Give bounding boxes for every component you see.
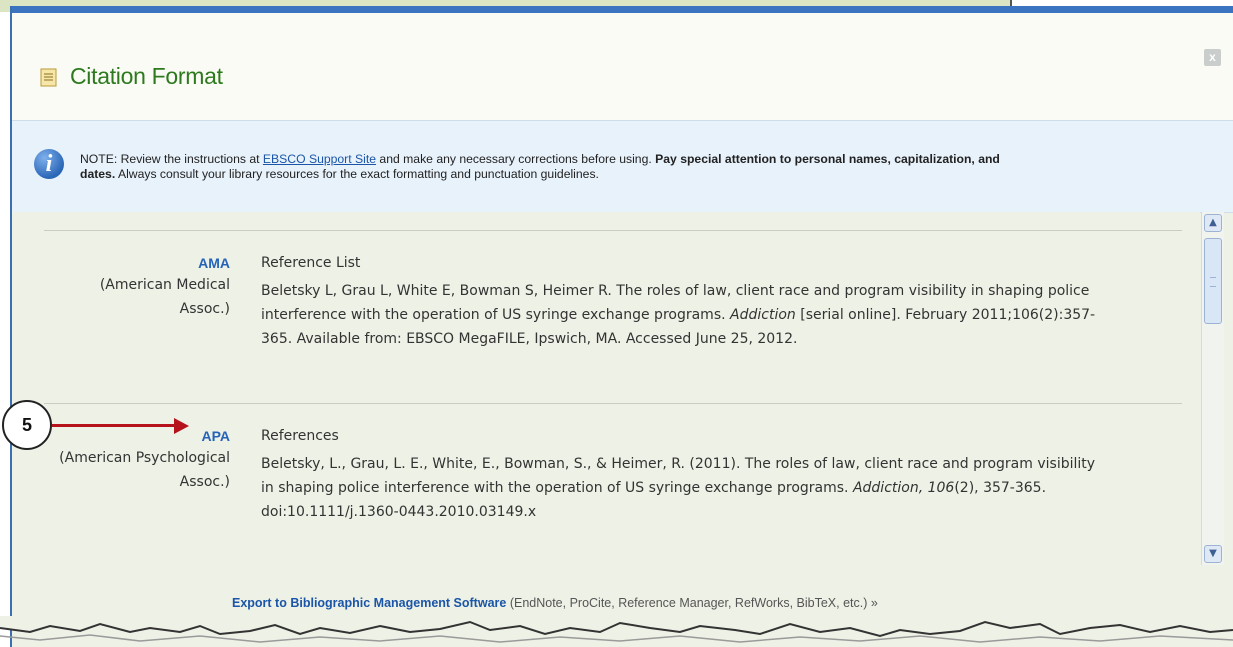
citation-body-ama: Beletsky L, Grau L, White E, Bowman S, H… xyxy=(261,279,1181,351)
citation-body-apa: Beletsky, L., Grau, L. E., White, E., Bo… xyxy=(261,452,1181,524)
close-icon[interactable]: x xyxy=(1204,49,1221,66)
note-bold-1: Pay special attention to personal names,… xyxy=(655,152,1000,166)
dialog-topbar xyxy=(12,6,1233,13)
format-desc-ama-2: Assoc.) xyxy=(179,301,230,317)
scroll-down-icon[interactable]: ▼ xyxy=(1204,545,1222,563)
note-prefix: NOTE: Review the instructions at xyxy=(80,152,263,166)
callout-arrow-head-icon xyxy=(174,418,189,434)
grip-icon xyxy=(1210,277,1216,287)
export-row: Export to Bibliographic Management Softw… xyxy=(232,596,878,610)
document-icon xyxy=(40,68,57,87)
citation-line: Beletsky L, Grau L, White E, Bowman S, H… xyxy=(261,283,1090,299)
note-middle: and make any necessary corrections befor… xyxy=(376,152,656,166)
dialog-header: Citation Format x xyxy=(12,13,1233,120)
note-text: NOTE: Review the instructions at EBSCO S… xyxy=(80,152,1233,182)
format-name-apa[interactable]: APA xyxy=(201,424,230,448)
citation-format-dialog: Citation Format x i NOTE: Review the ins… xyxy=(10,6,1233,647)
dialog-title: Citation Format xyxy=(70,63,223,89)
separator xyxy=(44,230,1182,231)
format-desc-apa-2: Assoc.) xyxy=(179,474,230,490)
scroll-up-icon[interactable]: ▲ xyxy=(1204,214,1222,232)
separator xyxy=(44,403,1182,404)
citation-line: interference with the operation of US sy… xyxy=(261,307,1096,323)
citation-heading-ama: Reference List xyxy=(261,255,361,271)
format-desc-apa-1: (American Psychological xyxy=(59,450,230,466)
export-detail: (EndNote, ProCite, Reference Manager, Re… xyxy=(506,596,878,610)
torn-edge xyxy=(0,616,1233,643)
note-bold-2: dates. xyxy=(80,167,116,181)
export-link[interactable]: Export to Bibliographic Management Softw… xyxy=(232,596,506,610)
callout-number: 5 xyxy=(2,400,52,450)
citation-line: 365. Available from: EBSCO MegaFILE, Ips… xyxy=(261,331,798,347)
scroll-thumb[interactable] xyxy=(1204,238,1222,324)
ebsco-support-link[interactable]: EBSCO Support Site xyxy=(263,152,376,166)
vertical-scrollbar[interactable]: ▲ ▼ xyxy=(1201,212,1224,565)
note-banner: i NOTE: Review the instructions at EBSCO… xyxy=(12,120,1233,213)
format-desc-ama-1: (American Medical xyxy=(99,277,230,293)
citation-line: doi:10.1111/j.1360-0443.2010.03149.x xyxy=(261,504,537,520)
citation-line: Beletsky, L., Grau, L. E., White, E., Bo… xyxy=(261,456,1096,472)
callout-arrow-line xyxy=(52,424,178,427)
format-label-ama: AMA (American Medical Assoc.) xyxy=(12,249,230,321)
citation-line: in shaping police interference with the … xyxy=(261,480,1047,496)
citation-heading-apa: References xyxy=(261,428,339,444)
info-icon: i xyxy=(34,149,64,179)
citation-content: AMA (American Medical Assoc.) Reference … xyxy=(12,212,1200,647)
format-name-ama[interactable]: AMA xyxy=(198,251,230,275)
note-suffix: Always consult your library resources fo… xyxy=(115,167,599,181)
